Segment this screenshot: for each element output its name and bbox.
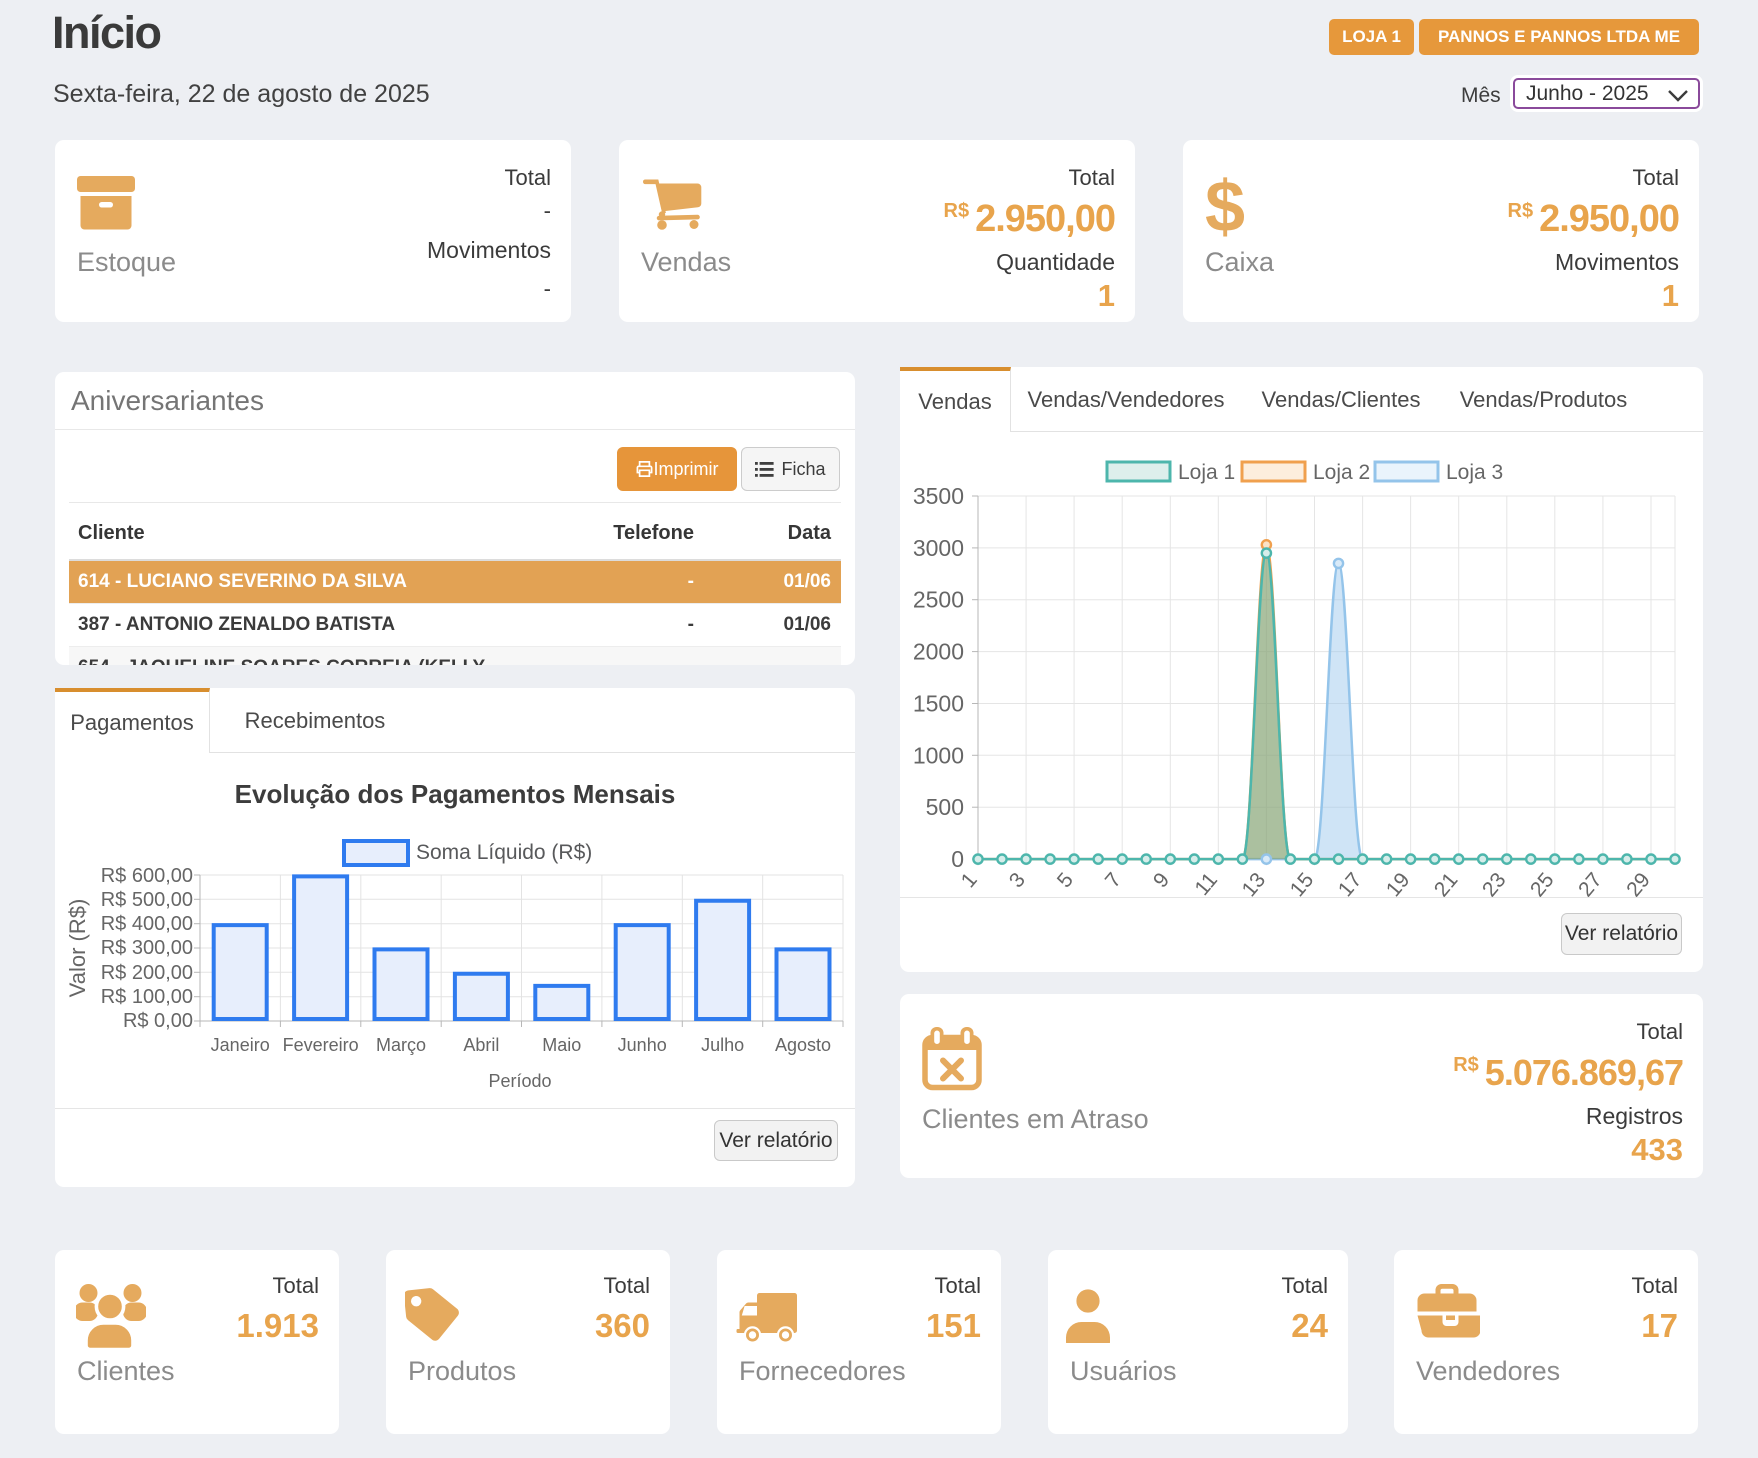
svg-text:Soma Líquido (R$): Soma Líquido (R$) [416,841,592,864]
svg-text:1500: 1500 [913,691,964,717]
svg-text:Março: Março [376,1035,426,1055]
svg-text:500: 500 [926,794,964,820]
svg-text:11: 11 [1190,869,1222,897]
svg-text:5: 5 [1053,869,1078,893]
svg-text:29: 29 [1622,869,1655,897]
svg-text:R$ 300,00: R$ 300,00 [101,937,193,959]
svg-text:1000: 1000 [913,742,964,768]
svg-text:Período: Período [488,1071,551,1091]
svg-text:Loja 3: Loja 3 [1446,461,1503,484]
svg-text:13: 13 [1238,869,1271,897]
svg-text:Julho: Julho [701,1035,744,1055]
svg-text:Maio: Maio [542,1035,581,1055]
svg-text:R$ 400,00: R$ 400,00 [101,913,193,935]
svg-text:Loja 2: Loja 2 [1313,461,1370,484]
svg-text:R$ 200,00: R$ 200,00 [101,962,193,984]
svg-text:Abril: Abril [463,1035,499,1055]
svg-text:3500: 3500 [913,483,964,509]
svg-text:Janeiro: Janeiro [211,1035,270,1055]
svg-text:R$ 500,00: R$ 500,00 [101,889,193,911]
svg-text:Evolução dos Pagamentos Mensai: Evolução dos Pagamentos Mensais [235,779,676,809]
svg-text:R$ 100,00: R$ 100,00 [101,986,193,1008]
svg-text:21: 21 [1430,869,1463,897]
svg-text:9: 9 [1149,869,1174,893]
svg-text:Junho: Junho [618,1035,667,1055]
svg-text:25: 25 [1526,869,1559,897]
svg-text:3: 3 [1005,869,1030,893]
svg-text:27: 27 [1574,869,1607,897]
svg-text:Valor (R$): Valor (R$) [65,899,90,998]
svg-text:Agosto: Agosto [775,1035,831,1055]
svg-text:0: 0 [951,846,964,872]
svg-text:19: 19 [1382,869,1415,897]
svg-text:23: 23 [1478,869,1511,897]
svg-text:15: 15 [1286,869,1319,897]
svg-text:7: 7 [1101,869,1126,893]
svg-text:R$ 600,00: R$ 600,00 [101,865,193,887]
svg-text:Loja 1: Loja 1 [1178,461,1235,484]
svg-text:Fevereiro: Fevereiro [283,1035,359,1055]
svg-text:2500: 2500 [913,587,964,613]
svg-text:1: 1 [957,869,982,893]
svg-text:17: 17 [1334,869,1367,897]
svg-text:3000: 3000 [913,535,964,561]
svg-text:2000: 2000 [913,639,964,665]
svg-text:R$ 0,00: R$ 0,00 [123,1010,193,1032]
